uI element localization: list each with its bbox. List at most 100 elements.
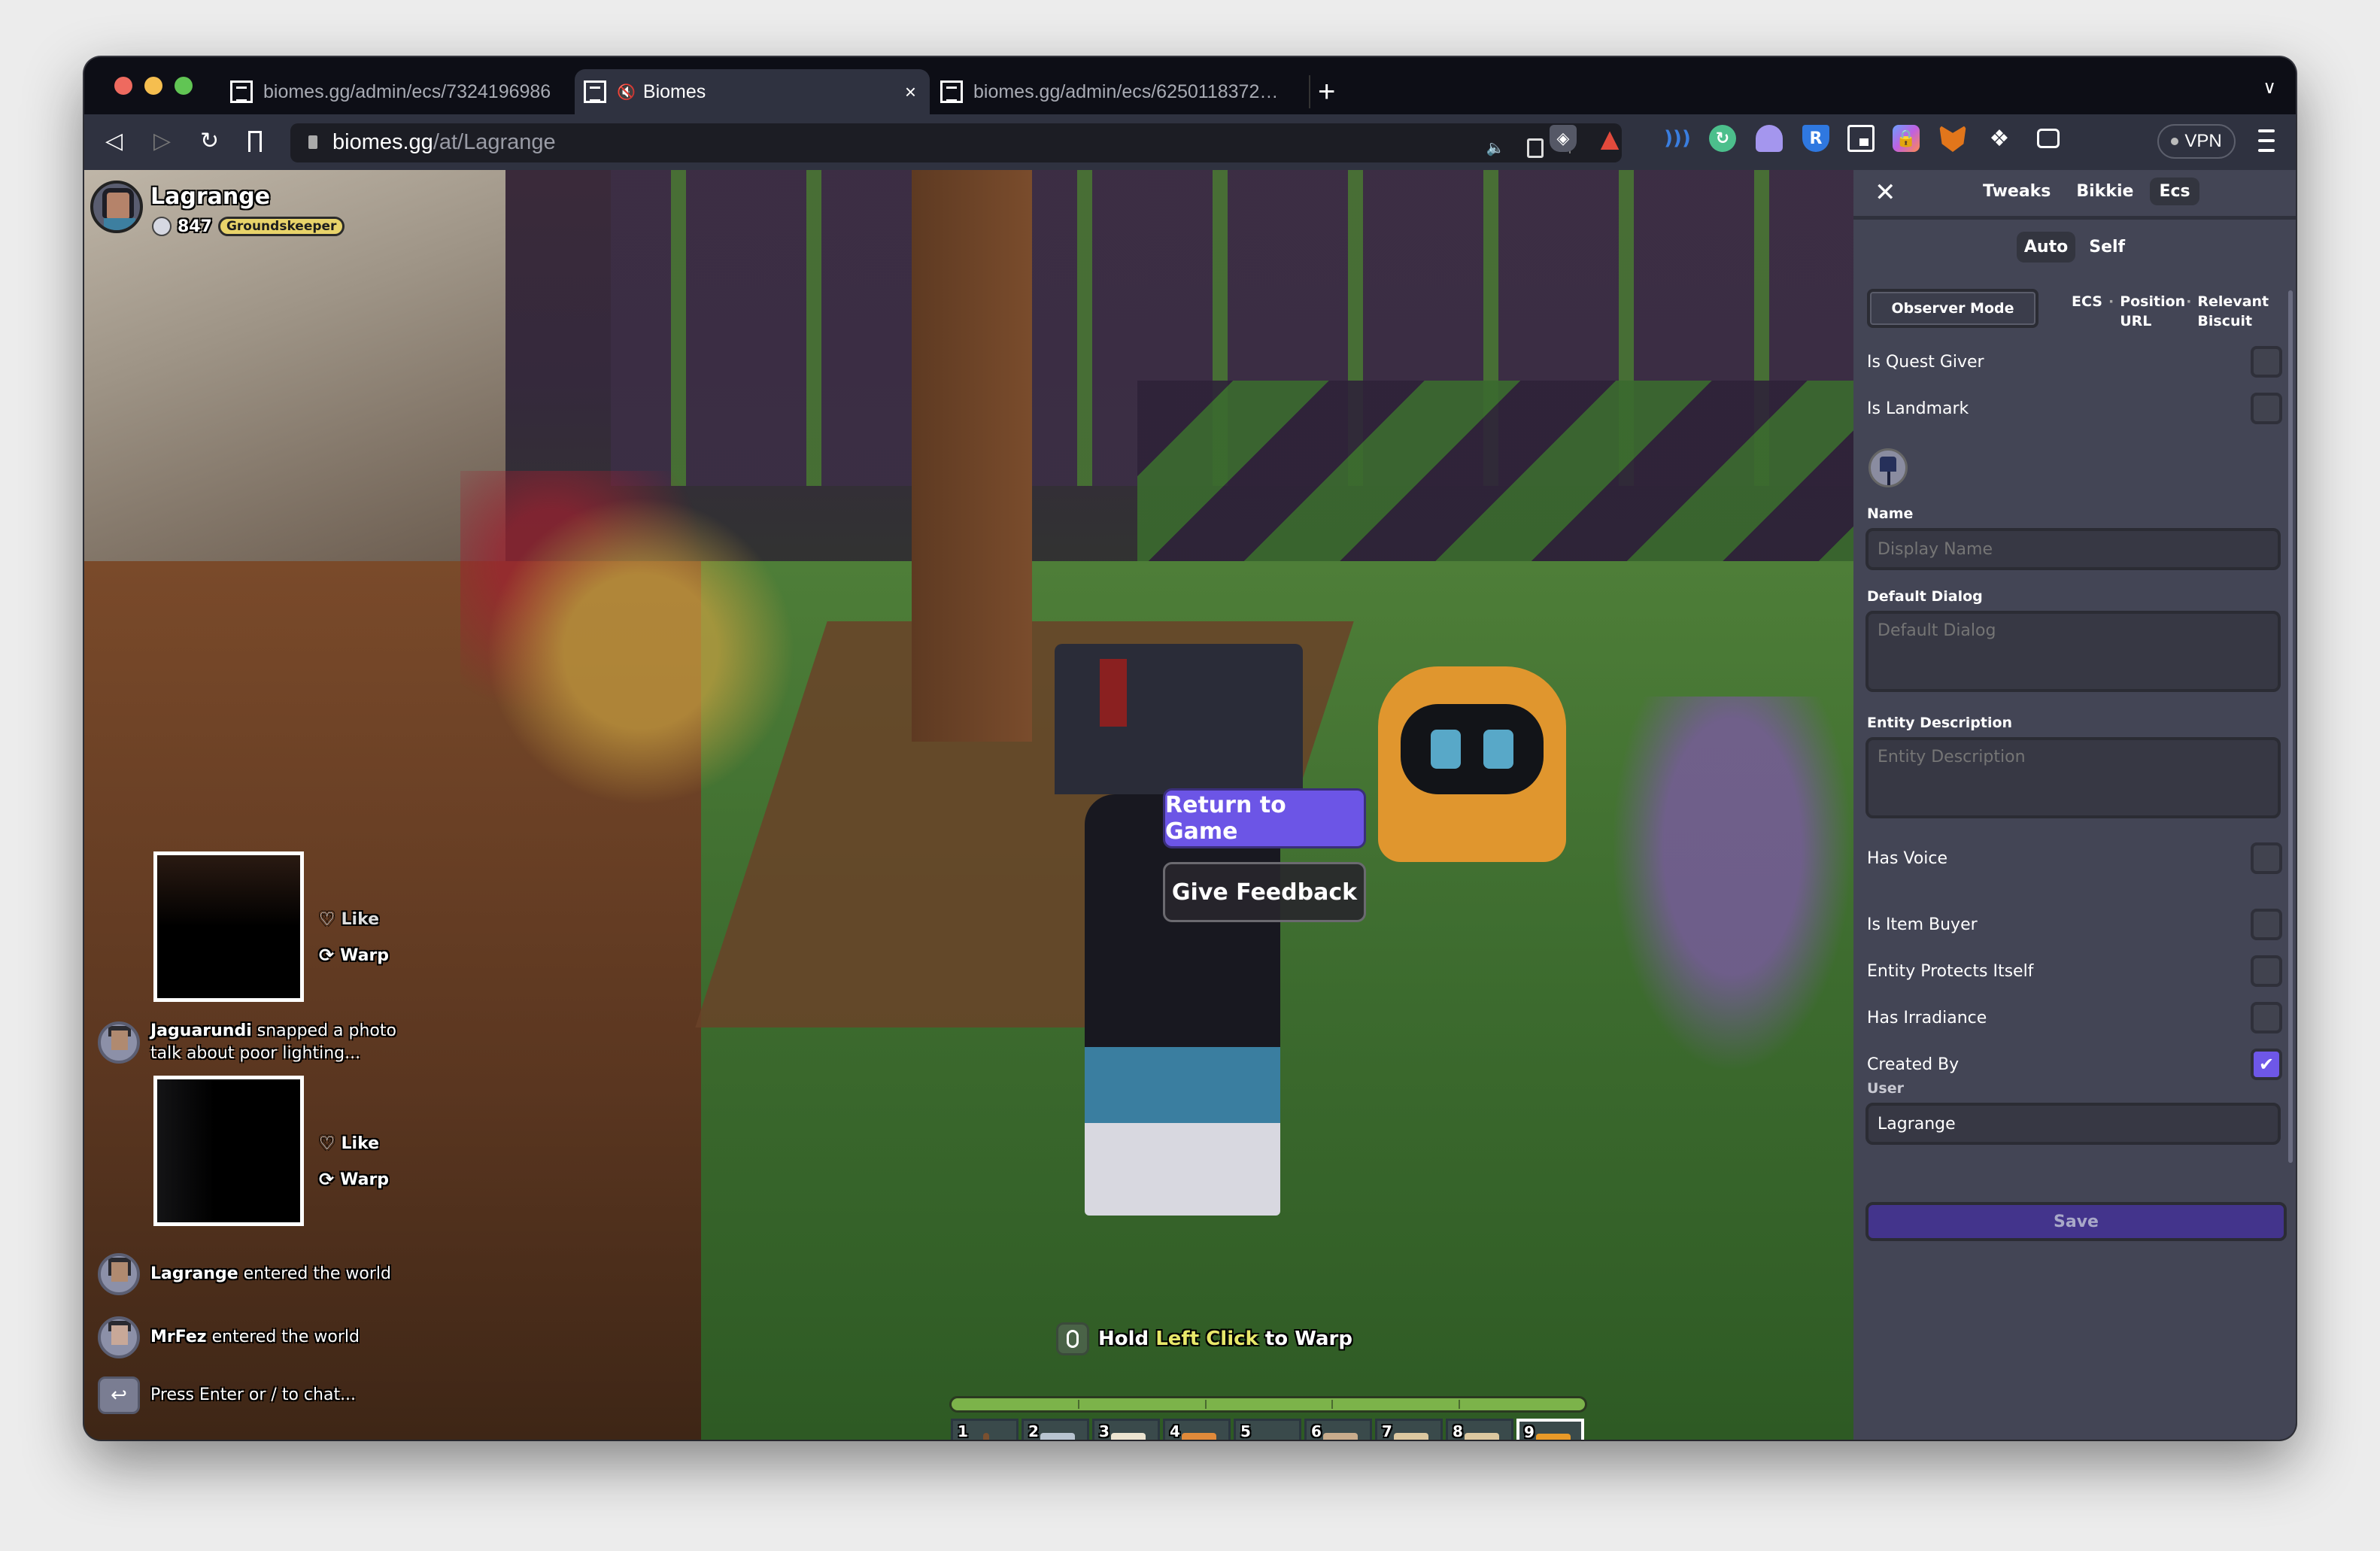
address-bar[interactable]: biomes.gg/at/Lagrange 🔈 [290, 123, 1622, 162]
lock-wallet-extension-icon[interactable]: 🔒 [1893, 125, 1920, 152]
lagrange-avatar[interactable] [98, 1253, 140, 1295]
default-dialog-label: Default Dialog [1867, 588, 1983, 605]
back-icon[interactable]: ◁ [105, 128, 123, 154]
is-landmark-row: Is Landmark [1867, 393, 2282, 424]
like-button-1[interactable]: ♡ Like [319, 909, 379, 930]
sync-extension-icon[interactable]: ↻ [1709, 125, 1736, 152]
sandstone-block-icon [1465, 1433, 1499, 1440]
forward-icon[interactable]: ▷ [153, 128, 171, 154]
hotbar-slot-7[interactable]: 729 [1375, 1419, 1443, 1440]
url-text[interactable]: biomes.gg/at/Lagrange [332, 130, 556, 155]
vpn-button[interactable]: VPN [2157, 124, 2236, 159]
tab-bikkie[interactable]: Bikkie [2067, 178, 2142, 205]
has-irradiance-checkbox[interactable] [2251, 1002, 2282, 1033]
reload-icon[interactable]: ↻ [200, 128, 219, 154]
slot-number: 2 [1028, 1422, 1039, 1440]
ecs-link[interactable]: ECS [2072, 292, 2102, 331]
brave-shields-icon[interactable]: ◈ [1550, 125, 1577, 152]
chat-prompt[interactable]: ↩ Press Enter or / to chat... [98, 1376, 356, 1414]
brave-rewards-icon[interactable]: ▲ [1596, 124, 1623, 153]
r-extension-icon[interactable]: R [1802, 125, 1829, 152]
ghost-extension-icon[interactable] [1756, 125, 1783, 152]
close-panel-icon[interactable]: ✕ [1875, 178, 1896, 208]
is-quest-giver-checkbox[interactable] [2251, 346, 2282, 378]
slot-number: 9 [1524, 1423, 1535, 1440]
feed-photo-1[interactable] [153, 851, 304, 1002]
hotbar-slot-4[interactable]: 47 [1163, 1419, 1231, 1440]
hoe-icon [983, 1433, 989, 1440]
admin-panel: ✕ Tweaks Bikkie Ecs Auto Self Observer M… [1853, 170, 2296, 1440]
entity-links: ECS · Position URL · Relevant Biscuit [2072, 292, 2269, 331]
biomes-favicon-icon [230, 80, 253, 103]
entity-protects-itself-checkbox[interactable] [2251, 955, 2282, 987]
like-button-2[interactable]: ♡ Like [319, 1133, 379, 1154]
tab-admin-ecs-2[interactable]: biomes.gg/admin/ecs/6250118372… [931, 69, 1307, 114]
tab-ecs[interactable]: Ecs [2150, 178, 2199, 205]
subtab-self[interactable]: Self [2081, 232, 2133, 263]
hotbar-slot-9[interactable]: 9 [1516, 1419, 1584, 1440]
subtab-auto[interactable]: Auto [2016, 232, 2076, 263]
pip-extension-icon[interactable] [1847, 125, 1875, 152]
observer-mode-button[interactable]: Observer Mode [1867, 289, 2038, 328]
is-landmark-checkbox[interactable] [2251, 393, 2282, 424]
hotbar-slot-1[interactable]: 1 [951, 1419, 1018, 1440]
save-button[interactable]: Save [1865, 1202, 2287, 1241]
orange-block-icon [1182, 1433, 1216, 1440]
panel-scrollbar[interactable] [2288, 290, 2293, 1163]
close-tab-icon[interactable]: × [905, 80, 916, 104]
share-icon[interactable] [1527, 138, 1544, 158]
scene-mailbox-flag [1100, 659, 1127, 727]
created-by-row: Created By ✔ [1867, 1049, 2282, 1080]
wireless-extension-icon[interactable]: ))) [1664, 125, 1691, 152]
mailbox-entity-icon [1868, 448, 1908, 487]
browser-toolbar: ◁ ▷ ↻ biomes.gg/at/Lagrange 🔈 ◈ ▲ ))) ↻ … [84, 114, 2296, 170]
default-dialog-textarea[interactable] [1865, 611, 2281, 692]
hotbar-slot-6[interactable]: 610 [1304, 1419, 1372, 1440]
mrfez-avatar[interactable] [98, 1316, 140, 1358]
close-window-button[interactable] [114, 77, 132, 95]
warp-spiral-icon: ⟳ [319, 945, 335, 966]
tab-tweaks[interactable]: Tweaks [1974, 178, 2060, 205]
tab-list-chevron-icon[interactable]: ∨ [2263, 77, 2276, 98]
menu-icon[interactable] [2258, 129, 2275, 152]
maximize-window-button[interactable] [175, 77, 193, 95]
clay-block-icon [1323, 1433, 1358, 1440]
warp-button-2[interactable]: ⟳ Warp [319, 1169, 389, 1190]
puzzle-extensions-icon[interactable]: ❖ [1986, 125, 2013, 152]
warp-button-1[interactable]: ⟳ Warp [319, 945, 389, 966]
tab-label: biomes.gg/admin/ecs/7324196986 [263, 80, 551, 102]
relevant-biscuit-link[interactable]: Relevant Biscuit [2197, 292, 2269, 331]
return-to-game-button[interactable]: Return to Game [1163, 788, 1366, 848]
is-item-buyer-checkbox[interactable] [2251, 909, 2282, 940]
feed-photo-2[interactable] [153, 1076, 304, 1226]
hotbar-slot-5[interactable]: 5 [1234, 1419, 1301, 1440]
hotbar-slot-8[interactable]: 899 [1446, 1419, 1513, 1440]
hotbar-slot-2[interactable]: 2 [1022, 1419, 1089, 1440]
wallet-icon[interactable] [2037, 129, 2060, 148]
tab-biomes[interactable]: 🔇 Biomes × [575, 69, 930, 114]
position-url-link[interactable]: Position URL [2120, 292, 2185, 331]
enter-key-icon[interactable]: ↩ [98, 1376, 140, 1414]
player-name: Lagrange [150, 184, 271, 210]
metamask-fox-icon[interactable] [1939, 125, 1966, 152]
created-by-checkbox[interactable]: ✔ [2251, 1049, 2282, 1080]
mute-tab-icon[interactable]: 🔈 [1482, 134, 1509, 161]
jaguarundi-avatar[interactable] [98, 1021, 140, 1064]
entity-description-textarea[interactable] [1865, 737, 2281, 818]
hotbar-slot-3[interactable]: 393 [1092, 1419, 1160, 1440]
display-name-input[interactable] [1865, 528, 2281, 570]
game-viewport[interactable]: Lagrange 847 Groundskeeper ♡ Like ⟳ Warp J… [84, 170, 1853, 1440]
created-by-user-input[interactable] [1865, 1103, 2281, 1145]
has-voice-checkbox[interactable] [2251, 842, 2282, 874]
muted-speaker-icon[interactable]: 🔇 [617, 83, 636, 102]
new-tab-button[interactable]: + [1318, 75, 1335, 109]
bookmark-icon[interactable] [248, 131, 262, 152]
browser-window: biomes.gg/admin/ecs/7324196986 🔇 Biomes … [84, 57, 2296, 1440]
give-feedback-button[interactable]: Give Feedback [1163, 862, 1366, 922]
entity-description-label: Entity Description [1867, 715, 2013, 731]
lock-icon [308, 135, 317, 149]
feed-item-event: MrFez entered the world [98, 1316, 360, 1358]
vpn-status-dot [2171, 138, 2179, 145]
minimize-window-button[interactable] [144, 77, 162, 95]
player-avatar[interactable] [90, 181, 143, 233]
